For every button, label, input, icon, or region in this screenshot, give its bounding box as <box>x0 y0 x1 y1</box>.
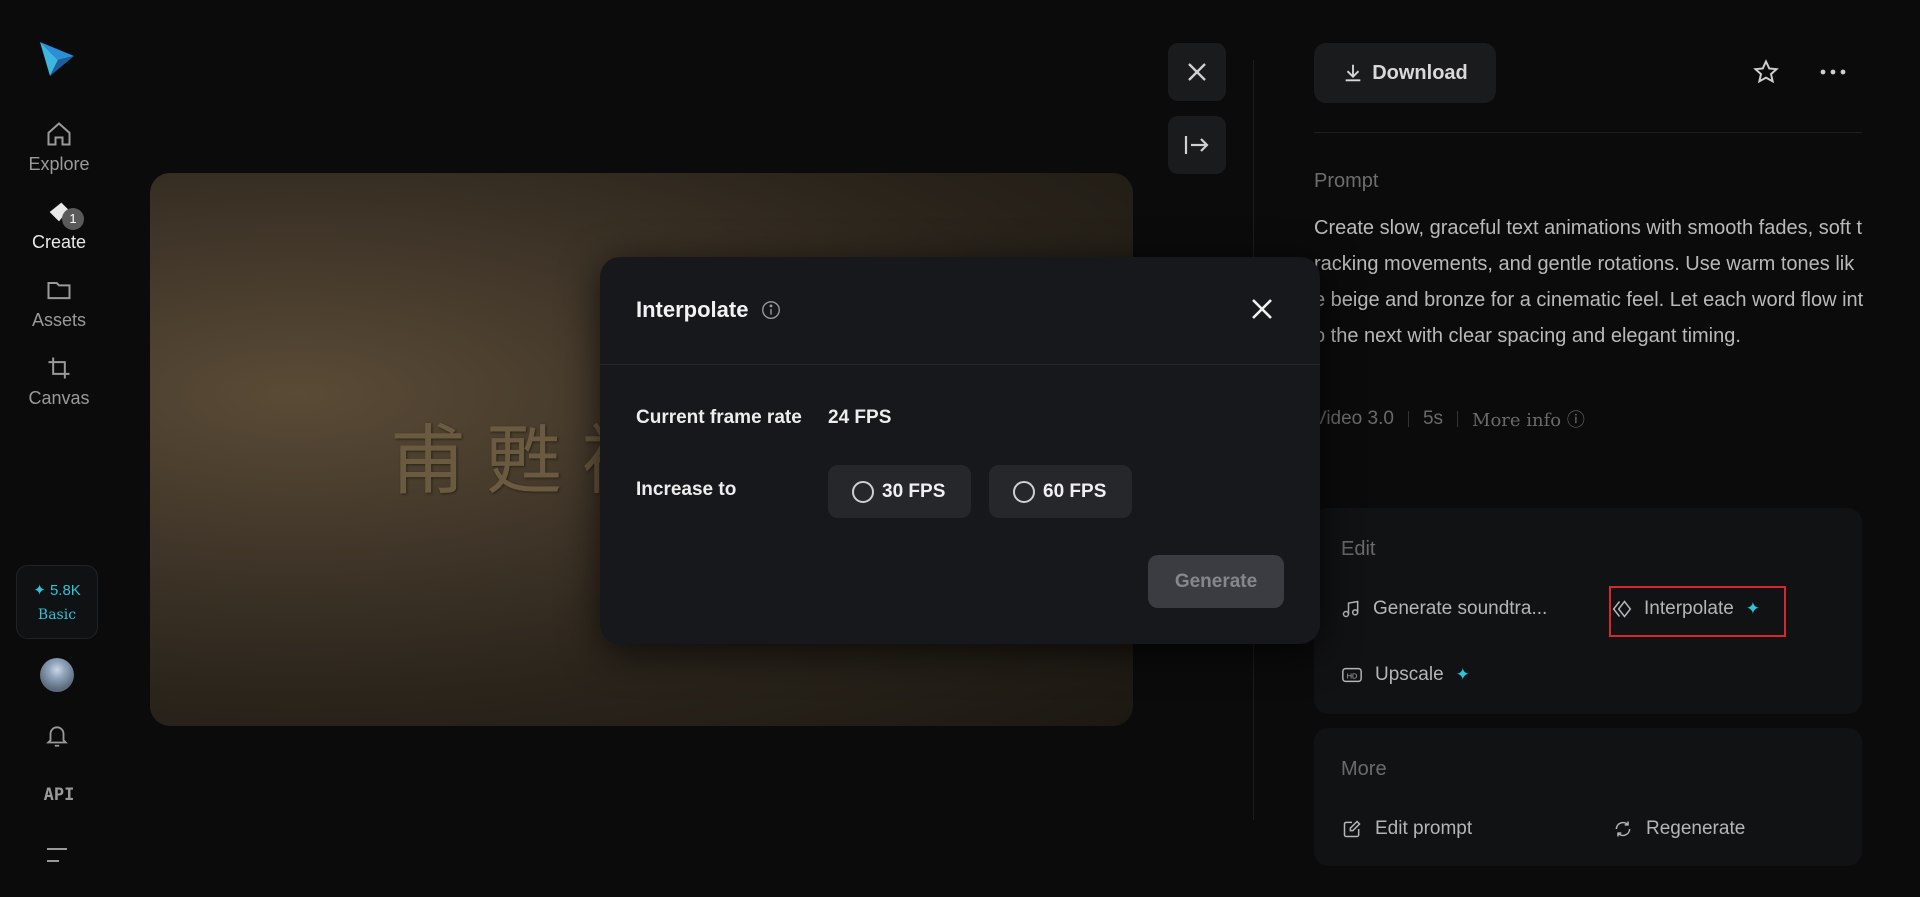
dialog-divider <box>600 364 1320 365</box>
credits-amount: 5.8K <box>49 582 81 599</box>
panel-divider-horizontal <box>1314 132 1862 133</box>
current-frame-rate-label: Current frame rate <box>636 407 802 428</box>
radio-icon <box>1013 480 1035 503</box>
edit-title: Edit <box>1341 538 1376 560</box>
hd-icon: HD <box>1342 667 1362 683</box>
download-label: Download <box>1372 61 1468 84</box>
fps-30-option[interactable]: 30 FPS <box>828 465 971 518</box>
star-icon[interactable] <box>1752 58 1780 86</box>
app-root: Explore Create 1 Assets Canvas ✦ 5.8K Ba… <box>0 0 1920 897</box>
sparkle-icon: ✦ <box>1455 665 1470 684</box>
music-note-icon <box>1342 600 1359 618</box>
edit-prompt-button[interactable]: Edit prompt <box>1341 818 1472 840</box>
sidebar-item-label: Assets <box>31 310 87 330</box>
create-count-badge: 1 <box>62 208 84 230</box>
increase-to-label: Increase to <box>636 479 737 500</box>
prompt-text: Create slow, graceful text animations wi… <box>1314 217 1864 347</box>
credits-badge[interactable]: ✦ 5.8K Basic <box>16 565 98 639</box>
svg-text:HD: HD <box>1347 672 1358 681</box>
more-title: More <box>1341 758 1387 780</box>
generate-soundtrack-button[interactable]: Generate soundtra... <box>1341 598 1547 620</box>
dialog-title: Interpolate <box>636 297 782 323</box>
fps-60-option[interactable]: 60 FPS <box>989 465 1132 518</box>
refresh-icon <box>1615 821 1631 837</box>
current-frame-rate-value: 24 FPS <box>828 407 892 428</box>
sidebar-item-label: Canvas <box>28 388 90 408</box>
more-card: More Edit prompt Regenerate <box>1314 728 1862 866</box>
interpolate-highlight <box>1609 586 1786 637</box>
menu-icon[interactable] <box>45 846 69 864</box>
plan-tier: Basic <box>37 607 77 623</box>
sidebar-item-explore[interactable]: Explore <box>0 120 118 175</box>
upscale-button[interactable]: HD Upscale ✦ <box>1341 664 1470 686</box>
folder-icon <box>47 282 71 300</box>
home-icon <box>47 122 71 146</box>
generation-meta: Video 3.0 5s More info ⓘ <box>1314 406 1585 432</box>
api-link[interactable]: API <box>0 785 118 805</box>
duration: 5s <box>1422 408 1444 429</box>
more-options-icon[interactable] <box>1818 62 1848 82</box>
close-icon[interactable] <box>1250 297 1274 321</box>
info-icon[interactable] <box>760 299 782 321</box>
sparkle-icon: ✦ <box>33 582 46 599</box>
close-viewer-button[interactable] <box>1168 43 1226 101</box>
close-icon <box>1188 63 1206 81</box>
prompt-label: Prompt <box>1314 170 1379 192</box>
sidebar-item-create[interactable]: Create <box>0 198 118 253</box>
collapse-panel-button[interactable] <box>1168 116 1226 174</box>
info-icon: ⓘ <box>1566 410 1585 431</box>
arrow-right-bar-icon <box>1184 136 1209 154</box>
sidebar-item-label: Explore <box>28 154 90 174</box>
sidebar-item-canvas[interactable]: Canvas <box>0 354 118 409</box>
radio-icon <box>852 480 874 503</box>
avatar[interactable] <box>40 658 74 692</box>
crop-icon <box>48 357 70 379</box>
sidebar-item-assets[interactable]: Assets <box>0 276 118 331</box>
download-icon <box>1345 64 1361 82</box>
sidebar-item-label: Create <box>31 232 87 252</box>
bell-icon[interactable] <box>44 722 70 750</box>
logo-icon[interactable] <box>36 38 78 80</box>
regenerate-button[interactable]: Regenerate <box>1612 818 1745 840</box>
download-button[interactable]: Download <box>1314 43 1496 103</box>
left-sidebar: Explore Create 1 Assets Canvas ✦ 5.8K Ba… <box>0 0 118 897</box>
more-info-link[interactable]: More info ⓘ <box>1472 406 1585 432</box>
interpolate-dialog: Interpolate Current frame rate 24 FPS In… <box>600 257 1320 644</box>
generate-button[interactable]: Generate <box>1148 555 1284 608</box>
model-name: Video 3.0 <box>1314 408 1394 429</box>
edit-icon <box>1343 820 1361 838</box>
